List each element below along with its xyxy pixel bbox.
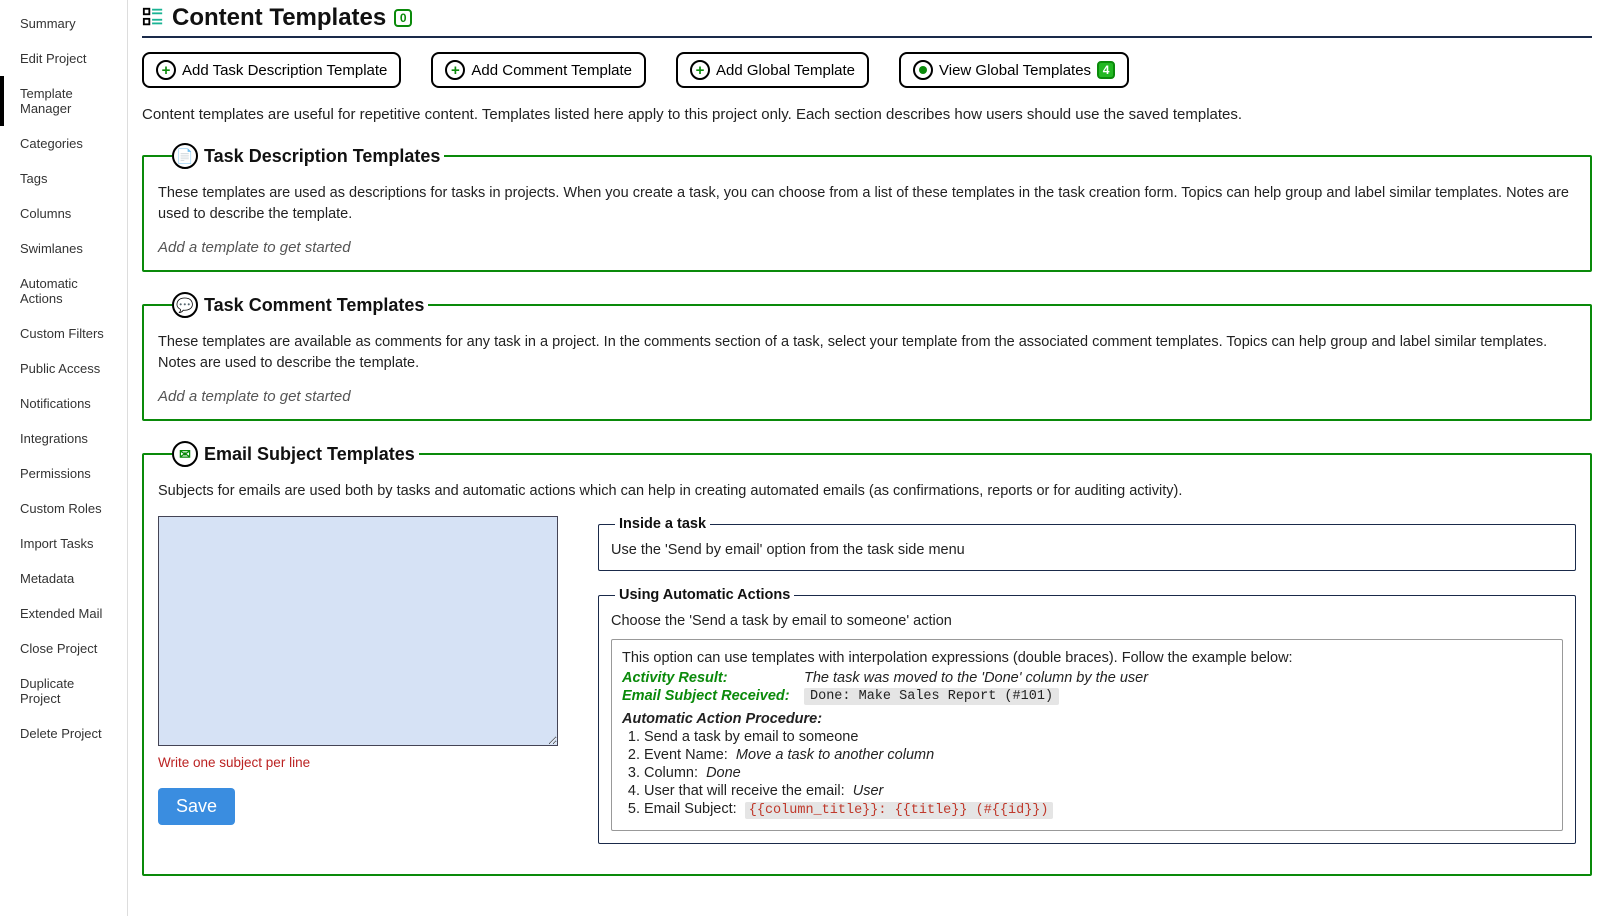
sidebar-item-custom-roles[interactable]: Custom Roles xyxy=(0,491,127,526)
empty-state: Add a template to get started xyxy=(158,388,1576,405)
procedure-step: Event Name: Move a task to another colum… xyxy=(644,747,1552,763)
procedure-header: Automatic Action Procedure: xyxy=(622,711,1552,727)
inside-task-fieldset: Inside a task Use the 'Send by email' op… xyxy=(598,516,1576,571)
plus-icon: + xyxy=(690,60,710,80)
sidebar: Summary Edit Project Template Manager Ca… xyxy=(0,0,128,916)
plus-icon: + xyxy=(156,60,176,80)
email-right-column: Inside a task Use the 'Send by email' op… xyxy=(598,516,1576,860)
activity-result-row: Activity Result: The task was moved to t… xyxy=(622,670,1552,686)
document-icon: 📄 xyxy=(172,143,198,169)
template-count-badge: 0 xyxy=(394,9,412,27)
textarea-hint: Write one subject per line xyxy=(158,755,558,770)
email-subject-code: {{column_title}}: {{title}} (#{{id}}) xyxy=(745,802,1053,819)
plus-icon: + xyxy=(445,60,465,80)
empty-state: Add a template to get started xyxy=(158,239,1576,256)
add-comment-template-button[interactable]: + Add Comment Template xyxy=(431,52,646,88)
eye-icon xyxy=(913,60,933,80)
sidebar-item-close-project[interactable]: Close Project xyxy=(0,631,127,666)
sidebar-item-notifications[interactable]: Notifications xyxy=(0,386,127,421)
save-button[interactable]: Save xyxy=(158,788,235,825)
global-count-badge: 4 xyxy=(1097,61,1115,79)
sidebar-item-custom-filters[interactable]: Custom Filters xyxy=(0,316,127,351)
sidebar-item-metadata[interactable]: Metadata xyxy=(0,561,127,596)
sidebar-item-categories[interactable]: Categories xyxy=(0,126,127,161)
section-description: These templates are used as descriptions… xyxy=(158,183,1576,225)
comment-icon: 💬 xyxy=(172,292,198,318)
sidebar-item-tags[interactable]: Tags xyxy=(0,161,127,196)
sidebar-item-extended-mail[interactable]: Extended Mail xyxy=(0,596,127,631)
add-global-template-button[interactable]: + Add Global Template xyxy=(676,52,869,88)
sidebar-item-duplicate-project[interactable]: Duplicate Project xyxy=(0,666,127,716)
main-content: Content Templates 0 + Add Task Descripti… xyxy=(128,0,1606,916)
subject-received-value: Done: Make Sales Report (#101) xyxy=(804,688,1059,705)
inside-task-text: Use the 'Send by email' option from the … xyxy=(611,542,1563,558)
sidebar-item-edit-project[interactable]: Edit Project xyxy=(0,41,127,76)
task-description-templates-section: 📄 Task Description Templates These templ… xyxy=(142,143,1592,272)
activity-result-label: Activity Result: xyxy=(622,670,800,686)
sidebar-item-summary[interactable]: Summary xyxy=(0,6,127,41)
sidebar-item-template-manager[interactable]: Template Manager xyxy=(0,76,127,126)
automatic-actions-legend: Using Automatic Actions xyxy=(615,587,794,603)
section-description: Subjects for emails are used both by tas… xyxy=(158,481,1576,502)
procedure-step: Column: Done xyxy=(644,765,1552,781)
section-description: These templates are available as comment… xyxy=(158,332,1576,374)
email-icon: ✉ xyxy=(172,441,198,467)
add-task-description-button[interactable]: + Add Task Description Template xyxy=(142,52,401,88)
template-icon xyxy=(142,6,164,31)
sidebar-item-public-access[interactable]: Public Access xyxy=(0,351,127,386)
intro-text: Content templates are useful for repetit… xyxy=(142,106,1592,123)
subject-received-label: Email Subject Received: xyxy=(622,688,800,705)
task-comment-templates-section: 💬 Task Comment Templates These templates… xyxy=(142,292,1592,421)
toolbar: + Add Task Description Template + Add Co… xyxy=(142,52,1592,88)
sidebar-item-columns[interactable]: Columns xyxy=(0,196,127,231)
page-header: Content Templates 0 xyxy=(142,4,1592,38)
sidebar-item-automatic-actions[interactable]: Automatic Actions xyxy=(0,266,127,316)
section-title: Email Subject Templates xyxy=(204,444,415,465)
automatic-actions-text: Choose the 'Send a task by email to some… xyxy=(611,613,1563,629)
procedure-step: User that will receive the email: User xyxy=(644,783,1552,799)
info-intro: This option can use templates with inter… xyxy=(622,650,1552,666)
sidebar-item-swimlanes[interactable]: Swimlanes xyxy=(0,231,127,266)
email-left-column: Write one subject per line Save xyxy=(158,516,558,825)
email-body: Write one subject per line Save Inside a… xyxy=(158,516,1576,860)
subject-received-row: Email Subject Received: Done: Make Sales… xyxy=(622,688,1552,705)
procedure-step: Email Subject: {{column_title}}: {{title… xyxy=(644,801,1552,818)
page-title: Content Templates xyxy=(172,4,386,32)
inside-task-legend: Inside a task xyxy=(615,516,710,532)
email-subjects-textarea[interactable] xyxy=(158,516,558,746)
sidebar-item-import-tasks[interactable]: Import Tasks xyxy=(0,526,127,561)
procedure-list: Send a task by email to someone Event Na… xyxy=(622,729,1552,818)
activity-result-value: The task was moved to the 'Done' column … xyxy=(804,670,1148,686)
sidebar-item-integrations[interactable]: Integrations xyxy=(0,421,127,456)
sidebar-item-delete-project[interactable]: Delete Project xyxy=(0,716,127,751)
section-title: Task Comment Templates xyxy=(204,295,424,316)
automatic-info-box: This option can use templates with inter… xyxy=(611,639,1563,831)
sidebar-item-permissions[interactable]: Permissions xyxy=(0,456,127,491)
email-subject-templates-section: ✉ Email Subject Templates Subjects for e… xyxy=(142,441,1592,876)
view-global-templates-button[interactable]: View Global Templates 4 xyxy=(899,52,1129,88)
section-title: Task Description Templates xyxy=(204,146,440,167)
procedure-step: Send a task by email to someone xyxy=(644,729,1552,745)
